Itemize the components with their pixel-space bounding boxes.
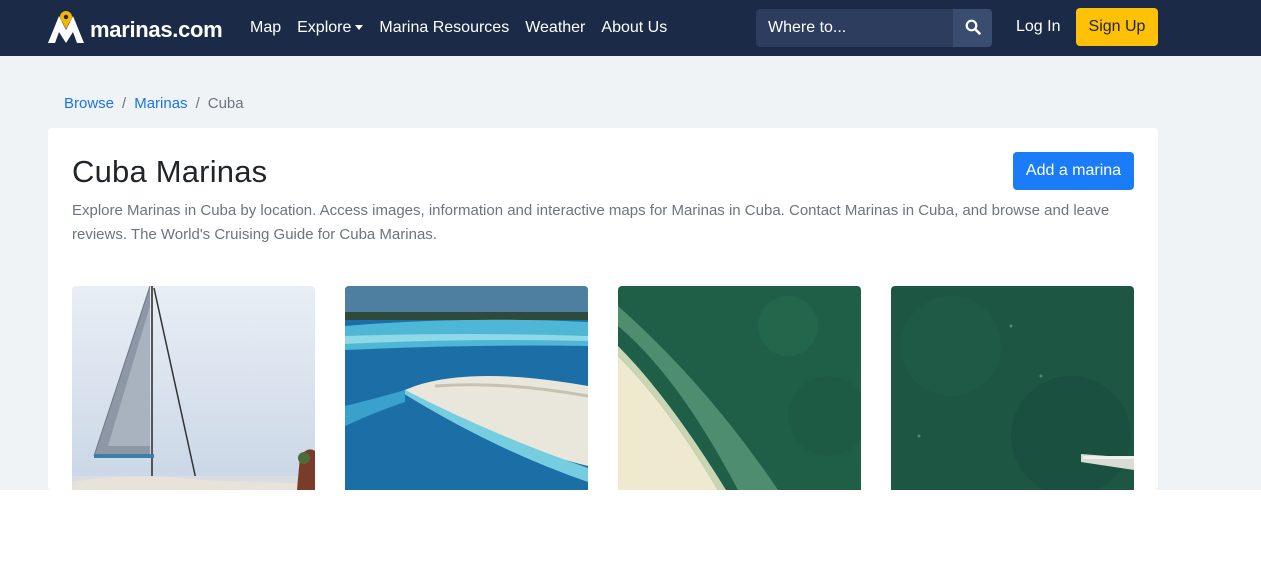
top-navbar: marinas.com Map Explore Marina Resources… [0, 0, 1261, 56]
caret-down-icon [355, 25, 364, 31]
breadcrumb-separator: / [195, 95, 200, 112]
content-card: Cuba Marinas Add a marina Explore Marina… [48, 128, 1158, 490]
nav-explore-label: Explore [297, 19, 352, 36]
breadcrumb-marinas[interactable]: Marinas [134, 95, 187, 112]
search-form [756, 9, 992, 47]
marina-thumbnail-shoreline[interactable] [618, 286, 861, 490]
sandbar-aerial-photo [345, 286, 588, 490]
signup-button[interactable]: Sign Up [1076, 8, 1158, 46]
main-nav: Map Explore Marina Resources Weather Abo… [250, 0, 683, 56]
shoreline-aerial-photo [618, 286, 861, 490]
nav-explore[interactable]: Explore [297, 19, 364, 37]
nav-map[interactable]: Map [250, 19, 281, 37]
brand-name: marinas.com [90, 16, 223, 42]
marina-thumbnail-dock[interactable] [891, 286, 1134, 490]
breadcrumb-browse[interactable]: Browse [64, 95, 114, 112]
search-icon [965, 19, 981, 38]
marina-thumbnail-sandbar[interactable] [345, 286, 588, 490]
map-pin-m-logo-icon [48, 10, 84, 49]
nav-weather[interactable]: Weather [525, 19, 585, 37]
login-link[interactable]: Log In [1016, 18, 1060, 36]
brand-logo[interactable]: marinas.com [48, 10, 223, 49]
breadcrumb-current: Cuba [207, 95, 244, 112]
page-title: Cuba Marinas [72, 154, 268, 189]
green-water-dock-aerial-photo [891, 286, 1134, 490]
add-marina-button[interactable]: Add a marina [1013, 152, 1134, 190]
nav-marina-resources[interactable]: Marina Resources [379, 19, 509, 37]
nav-about-us[interactable]: About Us [601, 19, 667, 37]
page-description: Explore Marinas in Cuba by location. Acc… [72, 202, 1110, 243]
marina-thumbnail-catamaran[interactable] [72, 286, 315, 490]
search-button[interactable] [953, 9, 992, 47]
search-input[interactable] [756, 9, 953, 47]
catamaran-sail-photo [72, 286, 315, 490]
breadcrumb-separator: / [122, 95, 127, 112]
breadcrumb: Browse / Marinas / Cuba [64, 95, 244, 112]
